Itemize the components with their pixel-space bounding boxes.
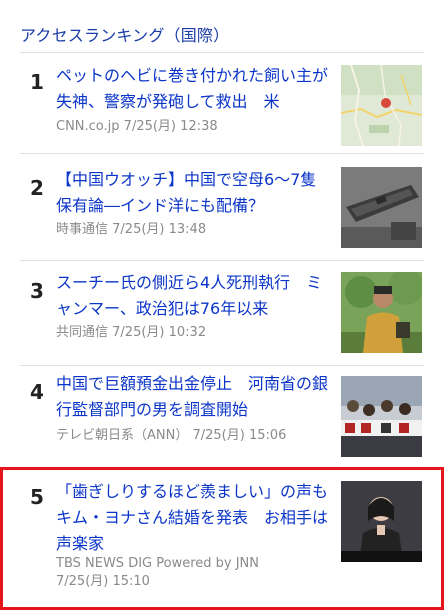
ranking-header: アクセスランキング（国際）	[20, 18, 424, 53]
article-meta: テレビ朝日系（ANN） 7/25(月) 15:06	[56, 427, 316, 445]
aircraft-carrier-photo-icon[interactable]	[341, 167, 422, 248]
map-thumbnail-icon[interactable]	[341, 65, 422, 146]
article-time: 7/25(月) 12:38	[123, 119, 218, 134]
ranking-item-1[interactable]: 1 ペットのヘビに巻き付かれた飼い主が失神、警察が発砲して救出 米 CNN.co…	[20, 53, 424, 153]
article-source: 共同通信	[56, 325, 109, 340]
article-title-link[interactable]: ペットのヘビに巻き付かれた飼い主が失神、警察が発砲して救出 米	[56, 63, 328, 115]
article-title-link[interactable]: 中国で巨額預金出金停止 河南省の銀行監督部門の男を調査開始	[56, 371, 328, 423]
highlight-frame	[0, 467, 444, 610]
article-time: 7/25(月) 15:06	[192, 428, 287, 443]
article-meta: 共同通信 7/25(月) 10:32	[56, 324, 316, 342]
article-title-link[interactable]: スーチー氏の側近ら4人死刑執行 ミャンマー、政治犯は76年以来	[56, 270, 328, 322]
article-source: 時事通信	[56, 222, 109, 237]
ranking-item-4[interactable]: 4 中国で巨額預金出金停止 河南省の銀行監督部門の男を調査開始 テレビ朝日系（A…	[20, 366, 424, 468]
article-time: 7/25(月) 13:48	[112, 222, 207, 237]
rank-number: 2	[30, 176, 44, 200]
section-title: アクセスランキング（国際）	[20, 26, 230, 45]
person-photo-icon[interactable]	[341, 272, 422, 353]
article-source: テレビ朝日系（ANN）	[56, 428, 189, 443]
article-source: CNN.co.jp	[56, 119, 120, 134]
ranking-item-3[interactable]: 3 スーチー氏の側近ら4人死刑執行 ミャンマー、政治犯は76年以来 共同通信 7…	[20, 261, 424, 365]
protest-photo-icon[interactable]	[341, 376, 422, 457]
article-title-link[interactable]: 【中国ウオッチ】中国で空母6～7隻保有論―インド洋にも配備？	[56, 167, 328, 219]
rank-number: 4	[30, 380, 44, 404]
rank-number: 3	[30, 279, 44, 303]
article-meta: 時事通信 7/25(月) 13:48	[56, 221, 316, 239]
article-time: 7/25(月) 10:32	[112, 325, 207, 340]
article-meta: CNN.co.jp 7/25(月) 12:38	[56, 118, 316, 136]
ranking-item-2[interactable]: 2 【中国ウオッチ】中国で空母6～7隻保有論―インド洋にも配備？ 時事通信 7/…	[20, 154, 424, 260]
rank-number: 1	[30, 70, 44, 94]
